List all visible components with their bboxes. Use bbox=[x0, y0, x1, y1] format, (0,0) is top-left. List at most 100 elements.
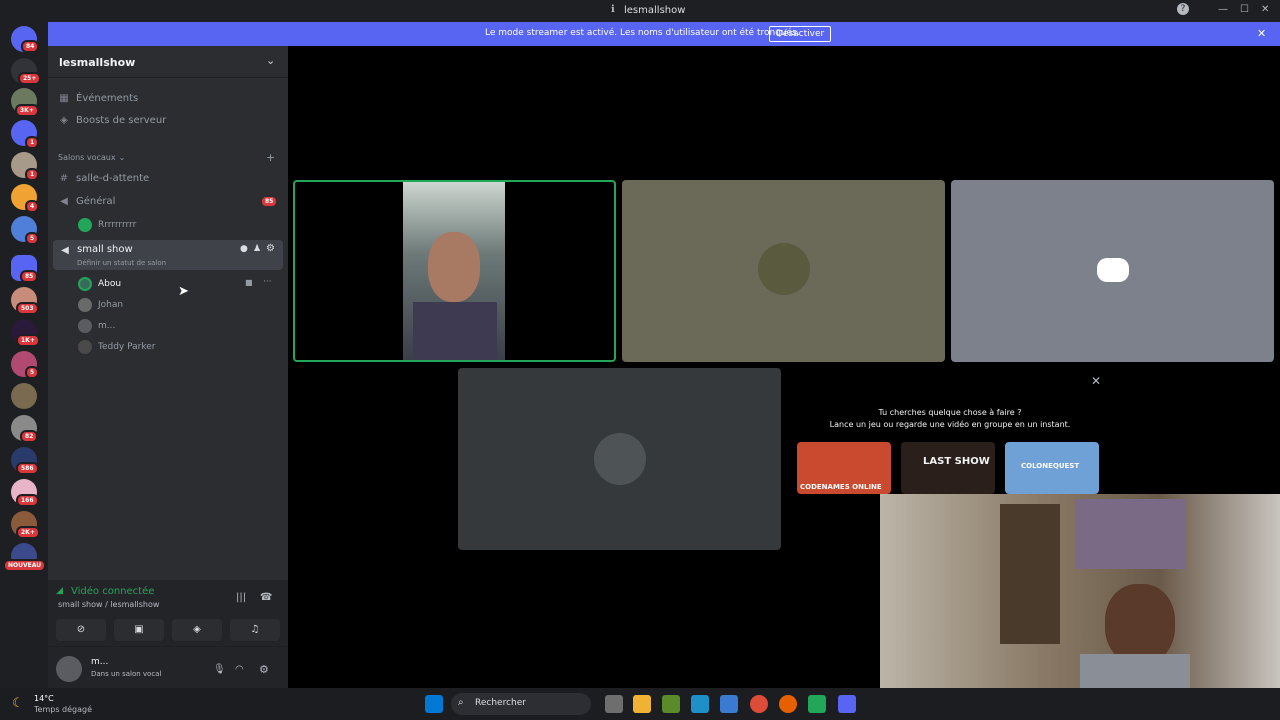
avatar bbox=[758, 243, 810, 295]
channel-waiting[interactable]: # salle-d-attente bbox=[58, 172, 149, 184]
member-item[interactable]: Johan bbox=[78, 298, 123, 312]
start-button[interactable] bbox=[425, 695, 443, 713]
events-item[interactable]: ▦ Événements bbox=[58, 92, 138, 104]
status-hint[interactable]: Définir un statut de salon bbox=[77, 259, 166, 267]
disconnect-icon[interactable]: ☎ bbox=[260, 592, 272, 603]
avatar bbox=[78, 298, 92, 312]
window-title: lesmallshow bbox=[624, 5, 686, 16]
help-icon[interactable]: ? bbox=[1177, 3, 1189, 15]
speaker-icon: ◀ bbox=[60, 195, 68, 207]
channel-label: Général bbox=[76, 195, 116, 207]
app-icon[interactable] bbox=[808, 695, 826, 713]
boosts-item[interactable]: ◈ Boosts de serveur bbox=[58, 114, 166, 126]
badge: 586 bbox=[16, 462, 39, 475]
server-icon[interactable] bbox=[11, 383, 37, 409]
info-icon[interactable]: ℹ bbox=[611, 4, 615, 15]
soundboard-icon: ♫ bbox=[250, 624, 260, 635]
microphone-icon[interactable]: 🎙 bbox=[213, 664, 226, 675]
channel-label: salle-d-attente bbox=[76, 172, 150, 184]
user-status: Dans un salon vocal bbox=[91, 670, 162, 678]
game-card[interactable]: LAST SHOW bbox=[901, 442, 995, 494]
nvidia-icon[interactable] bbox=[662, 695, 680, 713]
voice-user[interactable]: Rrrrrrrrrr bbox=[78, 218, 136, 232]
avatar bbox=[78, 277, 92, 291]
game-card[interactable]: COLONEQUEST bbox=[1005, 442, 1099, 494]
video-tile[interactable] bbox=[951, 180, 1274, 362]
webcam-overlay bbox=[880, 494, 1280, 720]
badge: 85 bbox=[20, 270, 39, 283]
chevron-down-icon: ⌄ bbox=[118, 153, 126, 162]
video-tile[interactable] bbox=[458, 368, 781, 550]
game-card[interactable]: CODENAMES ONLINE bbox=[797, 442, 891, 494]
search-label: Rechercher bbox=[475, 698, 526, 708]
weather-desc: Temps dégagé bbox=[34, 705, 93, 714]
discord-taskbar-icon[interactable] bbox=[838, 695, 856, 713]
chrome-icon[interactable] bbox=[750, 695, 768, 713]
server-header[interactable]: lesmallshow ⌄ bbox=[48, 46, 288, 78]
member-item[interactable]: Teddy Parker bbox=[78, 340, 156, 354]
badge: 1K+ bbox=[16, 334, 40, 347]
chevron-down-icon[interactable]: ⌄ bbox=[266, 54, 275, 67]
video-tile-speaking[interactable] bbox=[293, 180, 616, 362]
poster bbox=[1075, 499, 1185, 569]
more-icon[interactable]: ··· bbox=[263, 277, 272, 287]
weather-temp: 14°C bbox=[34, 694, 54, 703]
channel-small-show[interactable]: ◀ small show Définir un statut de salon … bbox=[53, 240, 283, 270]
channel-panel: lesmallshow ⌄ ▦ Événements ◈ Boosts de ser… bbox=[48, 46, 288, 688]
game-label: CODENAMES ONLINE bbox=[800, 483, 882, 491]
file-explorer-icon[interactable] bbox=[633, 695, 651, 713]
badge: 4 bbox=[25, 200, 40, 213]
boosts-label: Boosts de serveur bbox=[76, 114, 167, 126]
badge: 2K+ bbox=[16, 526, 40, 539]
title-bar: ℹ lesmallshow ? — ☐ ✕ bbox=[0, 0, 1280, 22]
calendar-icon: ▦ bbox=[59, 92, 69, 104]
avatar bbox=[78, 340, 92, 354]
gear-icon[interactable]: ⚙ bbox=[266, 243, 275, 254]
signal-icon: ◢ bbox=[56, 586, 63, 596]
activity-button[interactable]: ◈ bbox=[172, 619, 222, 641]
mouse-cursor: ➤ bbox=[178, 284, 189, 299]
camera-off-button[interactable]: ⊘ bbox=[56, 619, 106, 641]
member-item[interactable]: Abou bbox=[78, 277, 121, 291]
badge: 1 bbox=[25, 168, 40, 181]
server-name: lesmallshow bbox=[59, 56, 136, 69]
voice-category[interactable]: Salons vocaux ⌄ bbox=[58, 153, 125, 162]
speaker-icon: ◀ bbox=[61, 244, 69, 256]
settings-gear-icon[interactable]: ⚙ bbox=[259, 663, 269, 676]
add-channel-icon[interactable]: + bbox=[266, 151, 275, 164]
game-label: COLONEQUEST bbox=[1021, 462, 1080, 470]
video-tile[interactable] bbox=[622, 180, 945, 362]
user-name: m... bbox=[91, 657, 109, 667]
badge: 5 bbox=[25, 232, 40, 245]
avatar bbox=[78, 218, 92, 232]
badge: 3K+ bbox=[15, 104, 39, 117]
close-icon[interactable]: ✕ bbox=[1091, 374, 1101, 388]
voice-location[interactable]: small show / lesmallshow bbox=[58, 600, 159, 609]
disable-streamer-button[interactable]: Désactiver bbox=[769, 26, 832, 42]
maximize-icon[interactable]: ☐ bbox=[1240, 4, 1249, 15]
task-view-icon[interactable] bbox=[605, 695, 623, 713]
activity-subtitle: Lance un jeu ou regarde une vidéo en gro… bbox=[829, 420, 1071, 429]
voice-status: Vidéo connectée bbox=[71, 586, 155, 597]
firefox-icon[interactable] bbox=[779, 695, 797, 713]
avatar bbox=[594, 433, 646, 485]
chat-icon[interactable]: ● bbox=[240, 244, 248, 254]
close-icon[interactable]: ✕ bbox=[1261, 4, 1269, 15]
camera-icon: ■ bbox=[245, 278, 253, 287]
banner-close-icon[interactable]: ✕ bbox=[1257, 27, 1266, 40]
search-box[interactable]: ⌕ Rechercher bbox=[451, 693, 591, 715]
avatar[interactable] bbox=[56, 656, 82, 682]
edge-icon[interactable] bbox=[691, 695, 709, 713]
store-icon[interactable] bbox=[720, 695, 738, 713]
member-item[interactable]: m... bbox=[78, 319, 115, 333]
video-feed bbox=[403, 182, 505, 360]
soundboard-button[interactable]: ♫ bbox=[230, 619, 280, 641]
headphones-icon[interactable]: ◠ bbox=[235, 664, 244, 675]
screen-share-button[interactable]: ▣ bbox=[114, 619, 164, 641]
minimize-icon[interactable]: — bbox=[1218, 4, 1228, 15]
invite-icon[interactable]: ♟ bbox=[253, 244, 261, 254]
channel-general[interactable]: ◀ Général bbox=[58, 195, 115, 207]
badge: 82 bbox=[20, 430, 39, 443]
noise-icon[interactable]: ||| bbox=[236, 592, 246, 603]
badge: 84 bbox=[21, 40, 40, 53]
